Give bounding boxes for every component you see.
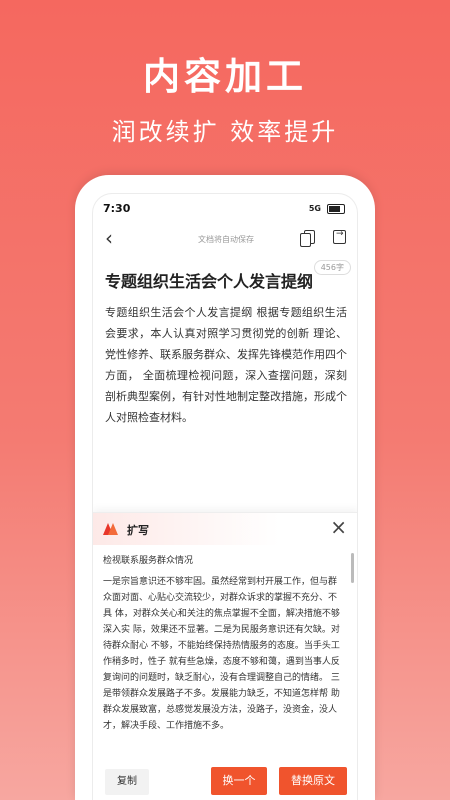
regenerate-button[interactable]: 换一个: [211, 767, 267, 795]
promo-headline: 内容加工: [143, 55, 307, 98]
replace-original-button[interactable]: 替换原文: [279, 767, 347, 795]
ai-expand-panel: 扩写 × 检视联系服务群众情况 一是宗旨意识还不够牢固。虽然经常到村开展工作，但…: [93, 512, 357, 800]
status-time: 7:30: [103, 202, 131, 215]
battery-icon: [327, 204, 345, 214]
document-title[interactable]: 专题组织生活会个人发言提纲: [105, 268, 313, 292]
signal-icon: 5G: [308, 204, 321, 213]
panel-header: 扩写 ×: [93, 513, 357, 545]
copy-document-icon[interactable]: [300, 230, 315, 247]
phone-screen: 7:30 5G ‹ 文档将自动保存 → 456字 专题组织生活会个人发言提纲 专…: [92, 193, 358, 800]
autosave-label: 文档将自动保存: [198, 235, 254, 244]
doc-navbar: ‹ 文档将自动保存 →: [93, 228, 357, 250]
status-bar: 7:30 5G: [103, 202, 347, 216]
generated-paragraph: 一是宗旨意识还不够牢固。虽然经常到村开展工作，但与群 众面对面、心贴心交流较少，…: [103, 577, 340, 731]
panel-footer: 复制 换一个 替换原文: [93, 763, 357, 800]
copy-button[interactable]: 复制: [105, 769, 149, 795]
panel-scrollbar[interactable]: [351, 553, 354, 583]
generated-text: 检视联系服务群众情况 一是宗旨意识还不够牢固。虽然经常到村开展工作，但与群 众面…: [103, 553, 343, 763]
ai-logo-icon: [103, 523, 118, 535]
panel-title: 扩写: [127, 524, 149, 537]
close-icon[interactable]: ×: [330, 517, 347, 537]
section-heading: 检视联系服务群众情况: [103, 556, 194, 566]
promo-subline: 润改续扩 效率提升: [111, 118, 339, 146]
export-icon[interactable]: →: [333, 229, 346, 244]
word-count-badge: 456字: [313, 260, 351, 275]
document-body[interactable]: 专题组织生活会个人发言提纲 根据专题组织生活会要求，本人认真对照学习贯彻党的创新…: [105, 302, 347, 428]
